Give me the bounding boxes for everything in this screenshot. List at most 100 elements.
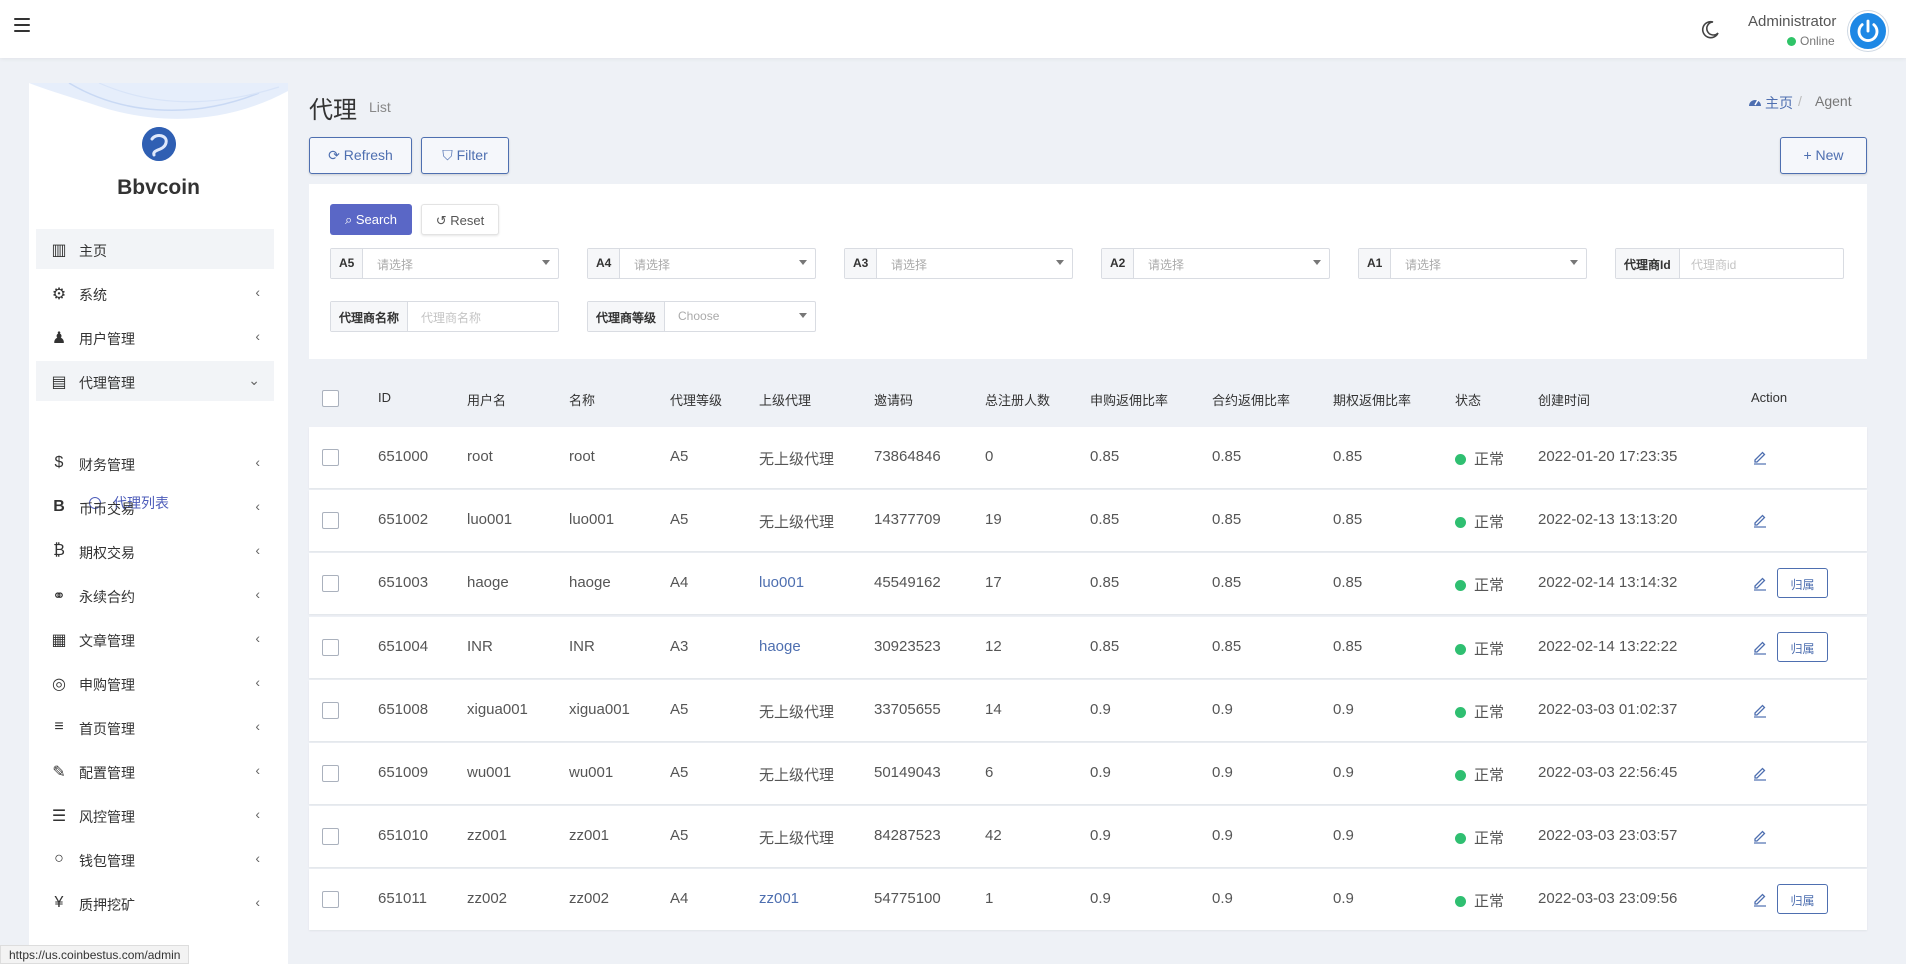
online-dot-icon	[1787, 37, 1796, 46]
cell-status: 正常	[1455, 511, 1504, 532]
edit-icon[interactable]	[1752, 639, 1768, 655]
row-checkbox[interactable]	[322, 891, 339, 908]
list-icon: ≡	[54, 718, 64, 735]
row-checkbox[interactable]	[322, 575, 339, 592]
undo-icon: ↺	[435, 213, 447, 228]
page-title: 代理	[309, 97, 357, 124]
cell-id: 651004	[378, 638, 429, 655]
cell-registered: 14	[985, 701, 1002, 718]
status-dot-icon	[1455, 517, 1466, 528]
row-checkbox[interactable]	[322, 512, 339, 529]
agent-id-input[interactable]: 代理商Id 代理商id	[1615, 248, 1844, 279]
cell-sub-rate: 0.9	[1090, 764, 1111, 781]
row-checkbox[interactable]	[322, 765, 339, 782]
a2-select[interactable]: A2 请选择	[1101, 248, 1330, 279]
row-checkbox[interactable]	[322, 702, 339, 719]
cell-parent[interactable]: zz001	[759, 890, 799, 907]
edit-icon[interactable]	[1752, 512, 1768, 528]
new-button[interactable]: + New	[1780, 137, 1867, 174]
cell-name: root	[569, 448, 595, 465]
avatar[interactable]	[1848, 11, 1888, 51]
a1-select[interactable]: A1 请选择	[1358, 248, 1587, 279]
dollar-icon: $	[54, 454, 64, 471]
edit-icon[interactable]	[1752, 575, 1768, 591]
edit-icon[interactable]	[1752, 449, 1768, 465]
sidebar-item-finance[interactable]: $ 财务管理 ‹	[36, 443, 274, 483]
table-header: ID 用户名 名称 代理等级 上级代理 邀请码 总注册人数 申购返佣比率 合约返…	[309, 378, 1867, 418]
edit-icon[interactable]	[1752, 891, 1768, 907]
id-card-icon: ▤	[51, 374, 67, 391]
table-row: 651010 zz001 zz001 A5 无上级代理 84287523 42 0.9 0.9 0…	[309, 806, 1867, 867]
sidebar-item-home[interactable]: ▥ 主页	[36, 229, 274, 269]
sidebar-item-users[interactable]: ♟ 用户管理 ‹	[36, 317, 274, 357]
cell-level: A5	[670, 764, 689, 781]
agent-name-input[interactable]: 代理商名称 代理商名称	[330, 301, 559, 332]
sidebar-item-wallet[interactable]: ○ 钱包管理 ‹	[36, 839, 274, 879]
filter-panel: ⌕ Search ↺ Reset A5 请选择 A4 请选择 A3 请选择 A2…	[309, 184, 1867, 359]
cell-invite: 14377709	[874, 511, 941, 528]
table-row: 651004 INR INR A3 haoge 30923523 12 0.85 0.85 0.8…	[309, 617, 1867, 678]
status-dot-icon	[1455, 580, 1466, 591]
sidebar-item-system[interactable]: ⚙ 系统 ‹	[36, 273, 274, 313]
edit-icon[interactable]	[1752, 828, 1768, 844]
sidebar-item-spot-trading[interactable]: B 币币交易 ‹	[36, 487, 274, 527]
cell-level: A4	[670, 890, 689, 907]
cell-status: 正常	[1455, 764, 1504, 785]
a5-select[interactable]: A5 请选择	[330, 248, 559, 279]
cell-username: wu001	[467, 764, 512, 781]
a4-select[interactable]: A4 请选择	[587, 248, 816, 279]
cell-id: 651009	[378, 764, 429, 781]
sidebar-item-options[interactable]: ₿ 期权交易 ‹	[36, 531, 274, 571]
a3-select[interactable]: A3 请选择	[844, 248, 1073, 279]
sidebar-item-staking[interactable]: ¥ 质押挖矿 ‹	[36, 883, 274, 923]
cell-option-rate: 0.85	[1333, 511, 1363, 528]
sidebar-item-risk[interactable]: ☰ 风控管理 ‹	[36, 795, 274, 835]
breadcrumb-home[interactable]: 主页	[1765, 93, 1793, 113]
hamburger-menu-icon[interactable]	[14, 18, 30, 32]
sidebar-item-subscription[interactable]: ◎ 申购管理 ‹	[36, 663, 274, 703]
cell-parent[interactable]: luo001	[759, 574, 804, 591]
assign-button[interactable]: 归属	[1777, 568, 1828, 598]
cell-status: 正常	[1455, 890, 1504, 911]
link-icon: ⚭	[52, 588, 66, 605]
cell-parent[interactable]: haoge	[759, 638, 801, 655]
cell-registered: 0	[985, 448, 994, 465]
sidebar-item-homepage[interactable]: ≡ 首页管理 ‹	[36, 707, 274, 747]
edit-icon[interactable]	[1752, 765, 1768, 781]
sidebar-item-agents[interactable]: ▤ 代理管理 ⌄	[36, 361, 274, 401]
cell-registered: 6	[985, 764, 994, 781]
cell-id: 651000	[378, 448, 429, 465]
chevron-left-icon: ‹	[255, 630, 260, 646]
cell-level: A5	[670, 448, 689, 465]
filter-funnel-icon: ⛉	[442, 147, 453, 163]
cell-username: zz001	[467, 827, 508, 844]
cell-id: 651010	[378, 827, 429, 844]
reset-button[interactable]: ↺ Reset	[421, 204, 499, 235]
cell-created: 2022-01-20 17:23:35	[1538, 448, 1678, 465]
sidebar-item-config[interactable]: ✎ 配置管理 ‹	[36, 751, 274, 791]
table-row: 651003 haoge haoge A4 luo001 45549162 17 0.85 0.…	[309, 553, 1867, 614]
sidebar-item-perpetual[interactable]: ⚭ 永续合约 ‹	[36, 575, 274, 615]
row-checkbox[interactable]	[322, 828, 339, 845]
filter-button[interactable]: ⛉ Filter	[421, 137, 509, 174]
status-dot-icon	[1455, 707, 1466, 718]
cell-invite: 45549162	[874, 574, 941, 591]
cell-created: 2022-03-03 22:56:45	[1538, 764, 1678, 781]
chevron-left-icon: ‹	[255, 328, 260, 344]
row-checkbox[interactable]	[322, 449, 339, 466]
status-dot-icon	[1455, 770, 1466, 781]
select-all-checkbox[interactable]	[322, 390, 339, 407]
agent-level-select[interactable]: 代理商等级 Choose	[587, 301, 816, 332]
cell-parent: 无上级代理	[759, 704, 835, 721]
row-checkbox[interactable]	[322, 639, 339, 656]
search-button[interactable]: ⌕ Search	[330, 204, 412, 235]
dark-mode-moon-icon[interactable]	[1700, 20, 1720, 40]
sidebar-item-articles[interactable]: ▦ 文章管理 ‹	[36, 619, 274, 659]
edit-icon[interactable]	[1752, 702, 1768, 718]
search-icon: ⌕	[344, 212, 353, 227]
assign-button[interactable]: 归属	[1777, 884, 1828, 914]
assign-button[interactable]: 归属	[1777, 632, 1828, 662]
cell-id: 651011	[378, 890, 427, 907]
refresh-button[interactable]: ⟳ Refresh	[309, 137, 412, 174]
cell-username: zz002	[467, 890, 508, 907]
